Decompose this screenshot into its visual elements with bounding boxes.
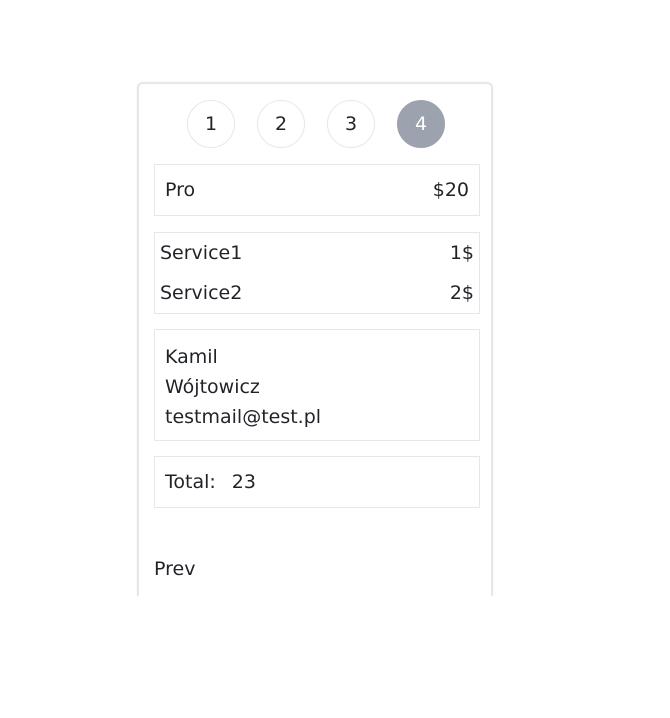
step-indicator: 1 2 3 4 (139, 100, 491, 150)
user-first-name: Kamil (165, 346, 218, 368)
user-summary: Kamil Wójtowicz testmail@test.pl (154, 329, 480, 441)
total-row: Total: 23 (155, 457, 479, 507)
service-row: Service2 2$ (155, 273, 479, 313)
step-2-button[interactable]: 2 (257, 100, 305, 148)
services-summary: Service1 1$ Service2 2$ (154, 232, 480, 314)
prev-button[interactable]: Prev (154, 558, 195, 580)
plan-summary: Pro $20 (154, 164, 480, 216)
step-3-button[interactable]: 3 (327, 100, 375, 148)
service-price: 2$ (449, 282, 474, 304)
checkout-card: 1 2 3 4 Pro $20 Service1 1$ Service2 2$ … (137, 82, 493, 622)
service-name: Service2 (160, 282, 243, 304)
total-summary: Total: 23 (154, 456, 480, 508)
service-price: 1$ (449, 242, 474, 264)
step-4-button[interactable]: 4 (397, 100, 445, 148)
user-email: testmail@test.pl (165, 406, 322, 428)
plan-price: $20 (432, 179, 469, 201)
step-1-button[interactable]: 1 (187, 100, 235, 148)
total-label: Total: (165, 471, 216, 493)
service-row: Service1 1$ (155, 233, 479, 273)
user-last-name: Wójtowicz (165, 376, 260, 398)
service-name: Service1 (160, 242, 243, 264)
plan-row: Pro $20 (155, 165, 479, 215)
plan-name: Pro (165, 179, 196, 201)
card-cutoff (130, 596, 510, 636)
total-value: 23 (231, 471, 256, 493)
